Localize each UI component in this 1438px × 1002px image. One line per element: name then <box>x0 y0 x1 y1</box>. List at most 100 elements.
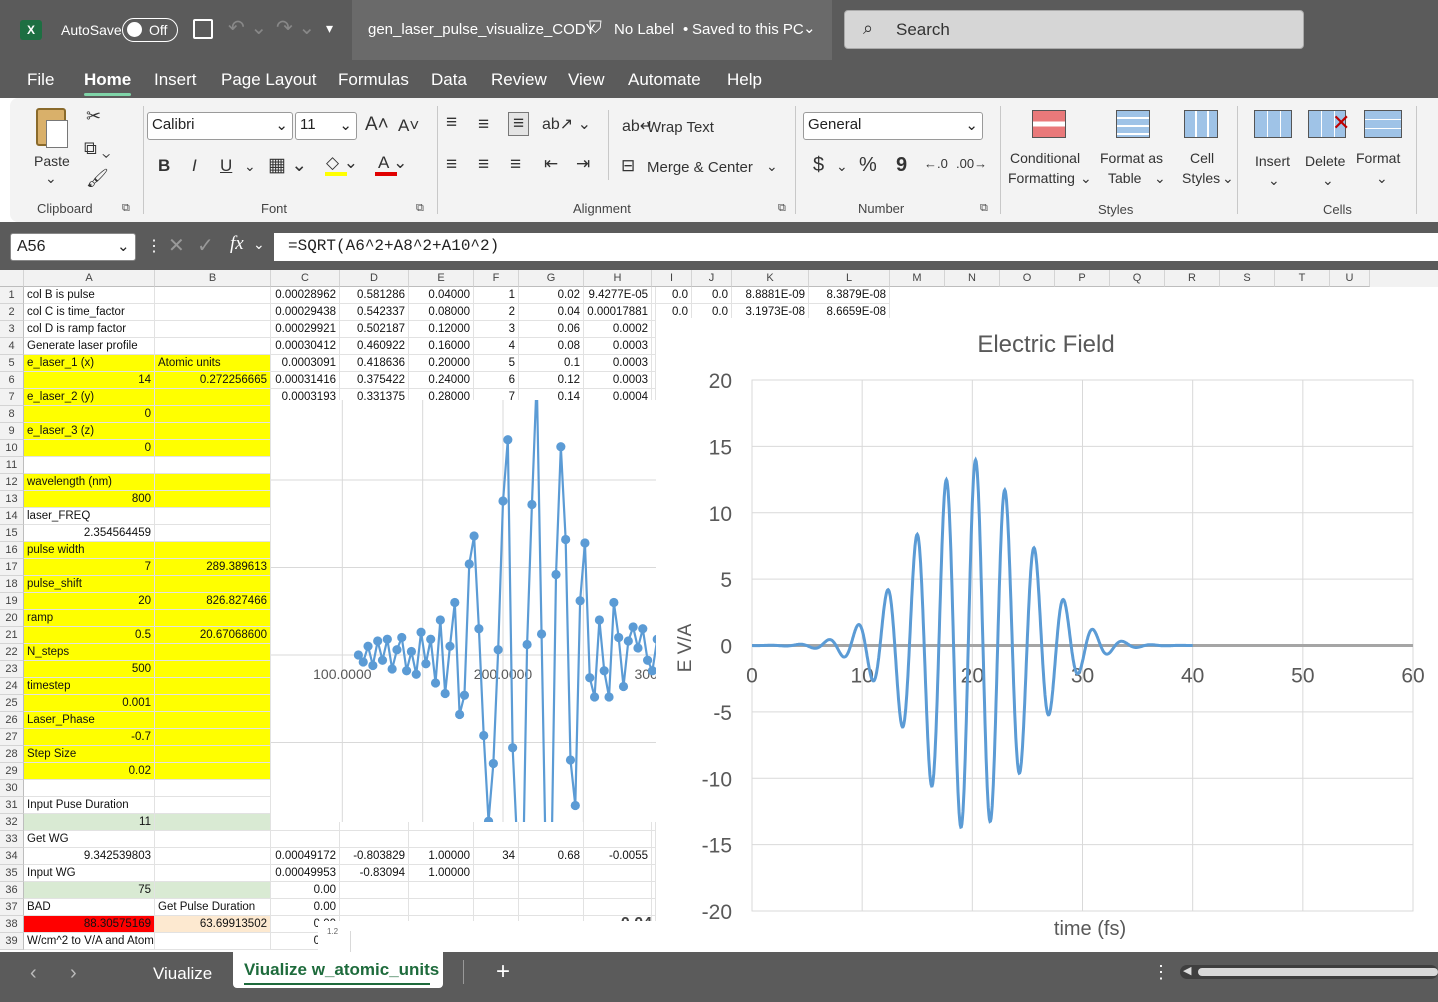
align-right-icon[interactable]: ≡ <box>510 154 521 176</box>
table-cell[interactable]: 0.00029438 <box>271 304 340 321</box>
table-cell[interactable]: pulse width <box>24 542 155 559</box>
font-color-icon[interactable]: A ⌄ <box>378 153 407 173</box>
table-cell[interactable]: 0.0 <box>692 287 732 304</box>
table-cell[interactable]: e_laser_2 (y) <box>24 389 155 406</box>
column-header[interactable]: N <box>945 270 1000 287</box>
table-cell[interactable] <box>600 372 656 389</box>
tab-file[interactable]: File <box>27 70 54 90</box>
dialog-launcher-icon[interactable]: ⧉ <box>980 202 988 215</box>
row-header[interactable]: 16 <box>0 542 24 559</box>
table-cell[interactable]: 4 <box>474 338 519 355</box>
table-cell[interactable]: 0.16000 <box>409 338 474 355</box>
table-cell[interactable]: 8.3879E-08 <box>809 287 890 304</box>
table-cell[interactable] <box>155 797 271 814</box>
table-cell[interactable]: 11 <box>24 814 155 831</box>
table-cell[interactable]: 0.00 <box>271 899 340 916</box>
table-cell[interactable]: 0.04000 <box>409 287 474 304</box>
decrease-decimal-icon[interactable]: .00→ <box>956 156 987 171</box>
table-cell[interactable]: 289.389613 <box>155 559 271 576</box>
table-cell[interactable] <box>24 457 155 474</box>
select-all-corner[interactable] <box>0 270 24 287</box>
row-header[interactable]: 22 <box>0 644 24 661</box>
table-cell[interactable] <box>155 933 271 950</box>
add-sheet-button[interactable]: + <box>496 958 510 986</box>
row-header[interactable]: 23 <box>0 661 24 678</box>
row-header[interactable]: 25 <box>0 695 24 712</box>
table-cell[interactable]: 826.827466 <box>155 593 271 610</box>
row-header[interactable]: 36 <box>0 882 24 899</box>
table-cell[interactable]: -0.803829 <box>340 848 409 865</box>
table-cell[interactable]: 63.69913502 <box>155 916 271 933</box>
table-cell[interactable] <box>600 899 656 916</box>
align-middle-icon[interactable]: ≡ <box>478 114 489 136</box>
tab-formulas[interactable]: Formulas <box>338 70 409 90</box>
table-cell[interactable]: 0.00030412 <box>271 338 340 355</box>
row-header[interactable]: 12 <box>0 474 24 491</box>
row-header[interactable]: 3 <box>0 321 24 338</box>
table-cell[interactable] <box>155 406 271 423</box>
table-cell[interactable] <box>155 695 271 712</box>
column-header[interactable]: Q <box>1110 270 1165 287</box>
sheet-tab-active[interactable]: Viualize w_atomic_units <box>233 952 443 988</box>
comma-button[interactable]: 9 <box>896 154 907 177</box>
column-header[interactable]: J <box>692 270 732 287</box>
row-header[interactable]: 37 <box>0 899 24 916</box>
table-cell[interactable]: 0.68 <box>519 848 584 865</box>
column-header[interactable]: U <box>1330 270 1370 287</box>
dialog-launcher-icon[interactable]: ⧉ <box>778 202 786 215</box>
table-cell[interactable] <box>519 882 584 899</box>
column-header[interactable]: G <box>519 270 584 287</box>
table-cell[interactable]: 1.00000 <box>409 865 474 882</box>
customize-qat-icon[interactable]: ▾ <box>326 20 333 37</box>
table-cell[interactable] <box>155 729 271 746</box>
table-cell[interactable] <box>409 882 474 899</box>
row-header[interactable]: 11 <box>0 457 24 474</box>
table-cell[interactable] <box>600 831 656 848</box>
table-cell[interactable]: 800 <box>24 491 155 508</box>
table-cell[interactable] <box>155 882 271 899</box>
autosave-toggle[interactable]: Off <box>122 18 178 42</box>
column-header[interactable]: S <box>1220 270 1275 287</box>
row-header[interactable]: 17 <box>0 559 24 576</box>
column-header[interactable]: R <box>1165 270 1220 287</box>
table-cell[interactable]: Generate laser profile <box>24 338 155 355</box>
table-cell[interactable] <box>474 882 519 899</box>
table-cell[interactable]: 0.12000 <box>409 321 474 338</box>
table-cell[interactable]: 0.460922 <box>340 338 409 355</box>
row-header[interactable]: 19 <box>0 593 24 610</box>
table-cell[interactable]: -0.83094 <box>340 865 409 882</box>
table-cell[interactable] <box>155 338 271 355</box>
table-cell[interactable] <box>474 899 519 916</box>
row-header[interactable]: 38 <box>0 916 24 933</box>
merge-center-icon[interactable]: ⊟ <box>621 156 635 176</box>
search-box[interactable]: ⌕ Search <box>844 10 1304 49</box>
table-cell[interactable] <box>24 780 155 797</box>
table-cell[interactable] <box>155 678 271 695</box>
table-cell[interactable]: laser_FREQ <box>24 508 155 525</box>
table-cell[interactable]: 1 <box>474 287 519 304</box>
increase-decimal-icon[interactable]: ←.0 <box>924 156 948 171</box>
column-header[interactable]: B <box>155 270 271 287</box>
tab-help[interactable]: Help <box>727 70 762 90</box>
align-left-icon[interactable]: ≡ <box>446 154 457 176</box>
table-cell[interactable]: e_laser_1 (x) <box>24 355 155 372</box>
column-header[interactable]: C <box>271 270 340 287</box>
align-center-icon[interactable]: ≡ <box>478 154 489 176</box>
cell-styles-button[interactable]: Cell Styles ⌄ <box>1170 108 1234 190</box>
delete-cells-button[interactable]: ✕ Delete ⌄ <box>1302 108 1354 190</box>
currency-button[interactable]: $ <box>813 154 824 177</box>
table-cell[interactable] <box>155 763 271 780</box>
table-cell[interactable] <box>155 423 271 440</box>
column-header[interactable]: T <box>1275 270 1330 287</box>
column-header[interactable]: O <box>1000 270 1055 287</box>
table-cell[interactable] <box>155 712 271 729</box>
save-icon[interactable] <box>193 19 213 39</box>
table-cell[interactable]: 20 <box>24 593 155 610</box>
table-cell[interactable]: 500 <box>24 661 155 678</box>
row-header[interactable]: 10 <box>0 440 24 457</box>
table-cell[interactable] <box>600 287 656 304</box>
align-top-icon[interactable]: ≡ <box>446 112 457 134</box>
table-cell[interactable]: 0.00031416 <box>271 372 340 389</box>
table-cell[interactable]: Step Size <box>24 746 155 763</box>
italic-button[interactable]: I <box>192 156 197 176</box>
